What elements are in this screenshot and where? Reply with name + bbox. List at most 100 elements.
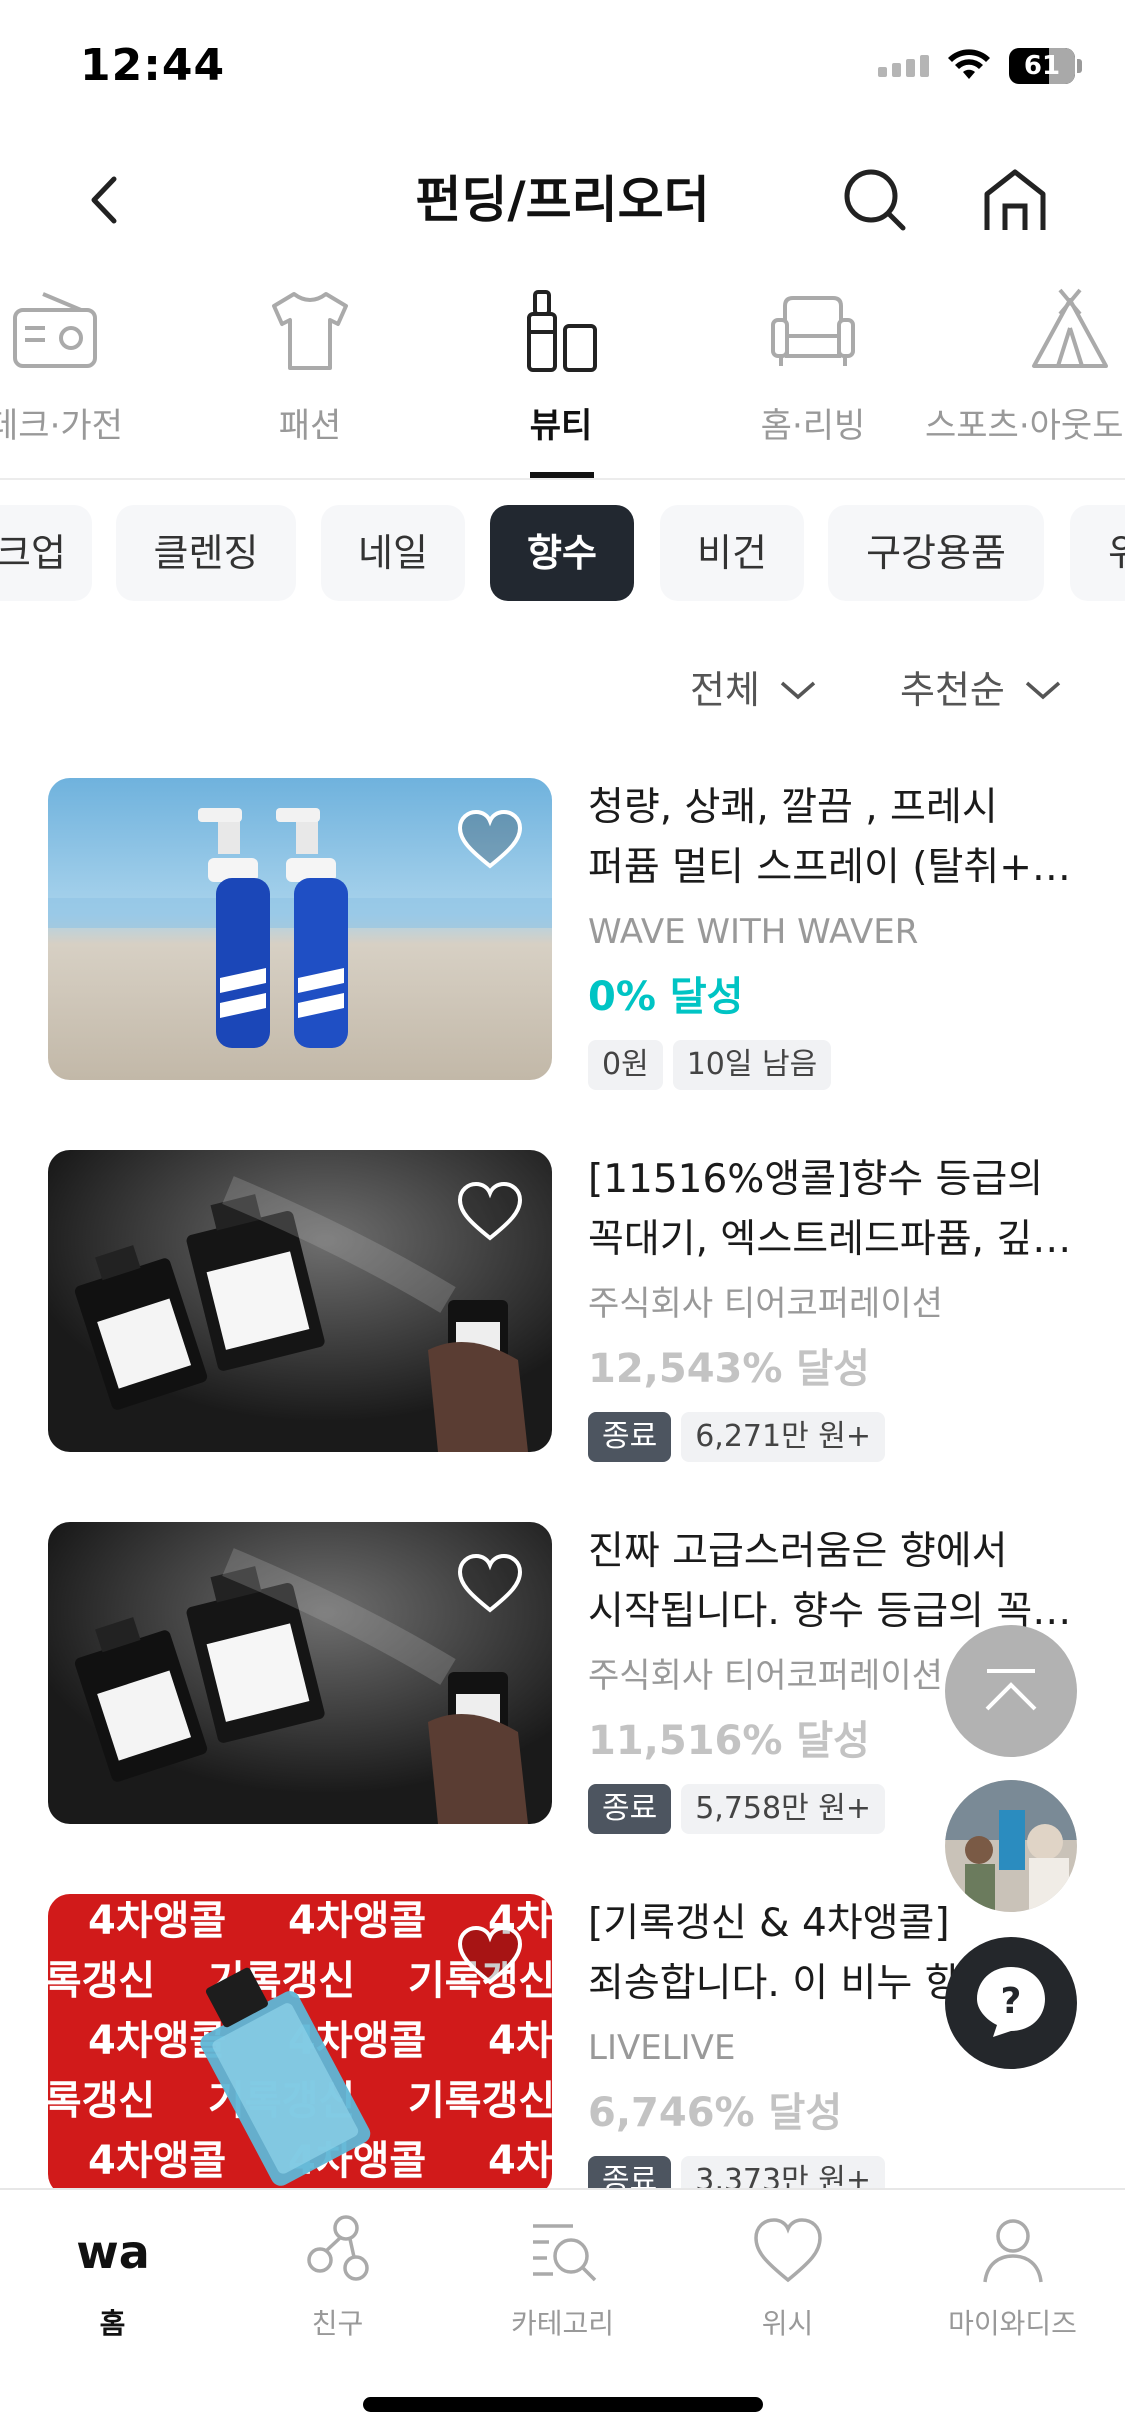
chip-vegan[interactable]: 비건 bbox=[660, 505, 804, 601]
category-home-living[interactable]: 홈·리빙 bbox=[718, 270, 908, 478]
category-label: 뷰티 bbox=[529, 406, 593, 446]
chip-perfume[interactable]: 향수 bbox=[490, 505, 634, 601]
nav-category[interactable]: 카테고리 bbox=[450, 2210, 675, 2350]
nav-label: 위시 bbox=[761, 2307, 814, 2340]
category-tabs: 테크·가전 패션 뷰티 홈·리빙 스포츠·아웃도 bbox=[0, 270, 1125, 480]
chip-makeup[interactable]: 메이크업 bbox=[0, 505, 92, 601]
home-button[interactable] bbox=[975, 160, 1055, 240]
header: 펀딩/프리오더 bbox=[0, 135, 1125, 265]
battery-level: 61 bbox=[1023, 51, 1061, 81]
svg-text:?: ? bbox=[1001, 1981, 1022, 2022]
amount-tag: 5,758만 원+ bbox=[681, 1784, 885, 1834]
search-button[interactable] bbox=[835, 160, 915, 240]
scroll-to-top-button[interactable] bbox=[945, 1625, 1077, 1757]
product-title: 청량, 상쾌, 깔끔 , 프레시 퍼퓸 멀티 스프레이 (탈취+… bbox=[588, 785, 1071, 890]
sort-filter-label: 추천순 bbox=[900, 668, 1005, 712]
chevron-down-icon bbox=[780, 681, 816, 700]
category-label: 홈·리빙 bbox=[760, 406, 866, 446]
radio-icon bbox=[13, 292, 97, 368]
tshirt-icon bbox=[272, 292, 348, 370]
product-info: 청량, 상쾌, 깔끔 , 프레시 퍼퓸 멀티 스프레이 (탈취+… WAVE W… bbox=[588, 778, 1088, 1090]
nav-friends[interactable]: 친구 bbox=[225, 2210, 450, 2350]
live-avatar-button[interactable] bbox=[945, 1780, 1077, 1912]
tent-icon bbox=[1032, 288, 1108, 368]
category-sports-outdoor[interactable]: 스포츠·아웃도어 bbox=[925, 270, 1125, 478]
svg-text:4차앵콜: 4차앵콜 bbox=[488, 2138, 552, 2184]
svg-text:4차앵콜: 4차앵콜 bbox=[288, 1898, 426, 1944]
svg-text:4차앵콜: 4차앵콜 bbox=[88, 2138, 226, 2184]
product-tags: 0원 10일 남음 bbox=[588, 1040, 1088, 1090]
category-fashion[interactable]: 패션 bbox=[215, 270, 405, 478]
product-image[interactable] bbox=[48, 1150, 552, 1452]
sofa-icon bbox=[771, 296, 855, 366]
battery-icon: 61 bbox=[1009, 48, 1082, 84]
product-image[interactable]: 4차앵콜 4차앵콜 4차앵콜 기록갱신 기록갱신 기록갱신 4차앵콜 4차앵콜 … bbox=[48, 1894, 552, 2196]
scope-filter-label: 전체 bbox=[690, 668, 760, 712]
status-icons: 61 bbox=[878, 48, 1082, 84]
svg-text:기록갱신: 기록갱신 bbox=[48, 1958, 155, 2004]
nav-label: 카테고리 bbox=[510, 2307, 615, 2340]
page-title: 펀딩/프리오더 bbox=[415, 171, 710, 229]
wa-logo-icon: wa bbox=[76, 2225, 150, 2279]
category-beauty[interactable]: 뷰티 bbox=[466, 270, 656, 478]
nav-label: 마이와디즈 bbox=[948, 2307, 1077, 2340]
search-icon bbox=[844, 169, 906, 231]
wishlist-heart-icon[interactable] bbox=[456, 1552, 524, 1614]
product-card[interactable]: [11516%앵콜]향수 등급의 꼭대기, 엑스트레드파퓸, 깊… 주식회사 티… bbox=[0, 1150, 1125, 1462]
scope-filter[interactable]: 전체 bbox=[690, 660, 818, 720]
product-image[interactable] bbox=[48, 1522, 552, 1824]
home-indicator bbox=[363, 2397, 763, 2412]
subcategory-chips: 메이크업 클렌징 네일 향수 비건 구강용품 위생용품 bbox=[0, 505, 1125, 605]
avatar-image bbox=[945, 1780, 1077, 1912]
wishlist-heart-icon[interactable] bbox=[456, 1180, 524, 1242]
signal-icon bbox=[878, 55, 929, 77]
chip-cleansing[interactable]: 클렌징 bbox=[116, 505, 296, 601]
funding-rate: 6,746% 달성 bbox=[588, 2090, 843, 2136]
svg-text:기록갱신: 기록갱신 bbox=[408, 2078, 552, 2124]
friends-icon bbox=[306, 2215, 369, 2281]
chevron-down-icon bbox=[1025, 681, 1061, 700]
wishlist-heart-icon[interactable] bbox=[456, 808, 524, 870]
wishlist-heart-icon[interactable] bbox=[456, 1924, 524, 1986]
amount-tag: 0원 bbox=[588, 1040, 663, 1090]
funding-rate: 12,543% 달성 bbox=[588, 1346, 870, 1392]
ended-tag: 종료 bbox=[588, 1784, 672, 1834]
product-image[interactable] bbox=[48, 778, 552, 1080]
category-search-icon bbox=[532, 2224, 596, 2282]
chip-oral-care[interactable]: 구강용품 bbox=[828, 505, 1044, 601]
chip-hygiene[interactable]: 위생용품 bbox=[1070, 505, 1125, 601]
status-bar: 12:44 61 bbox=[0, 0, 1125, 135]
funding-rate: 0% 달성 bbox=[588, 974, 744, 1020]
wifi-icon bbox=[948, 49, 990, 79]
svg-text:4차앵콜: 4차앵콜 bbox=[88, 1898, 226, 1944]
nav-my-wadiz[interactable]: 마이와디즈 bbox=[900, 2210, 1125, 2350]
nav-wish[interactable]: 위시 bbox=[675, 2210, 900, 2350]
days-left-tag: 10일 남음 bbox=[672, 1040, 832, 1090]
amount-tag: 6,271만 원+ bbox=[681, 1412, 885, 1462]
user-icon bbox=[982, 2219, 1043, 2283]
product-tags: 종료 6,271만 원+ bbox=[588, 1412, 1088, 1462]
home-icon bbox=[984, 169, 1046, 230]
category-label: 패션 bbox=[278, 406, 342, 446]
ended-tag: 종료 bbox=[588, 1412, 672, 1462]
nav-label: 친구 bbox=[311, 2307, 364, 2340]
product-card[interactable]: 청량, 상쾌, 깔끔 , 프레시 퍼퓸 멀티 스프레이 (탈취+… WAVE W… bbox=[0, 778, 1125, 1090]
chip-nail[interactable]: 네일 bbox=[321, 505, 465, 601]
product-info: [11516%앵콜]향수 등급의 꼭대기, 엑스트레드파퓸, 깊… 주식회사 티… bbox=[588, 1150, 1088, 1462]
active-tab-indicator bbox=[530, 472, 594, 478]
help-button[interactable]: ? bbox=[945, 1937, 1077, 2069]
heart-icon bbox=[753, 2218, 822, 2283]
product-title: 진짜 고급스러움은 향에서 시작됩니다. 향수 등급의 꼭… bbox=[588, 1529, 1072, 1634]
nav-label: 홈 bbox=[99, 2307, 126, 2340]
category-tech[interactable]: 테크·가전 bbox=[0, 270, 150, 478]
status-time: 12:44 bbox=[80, 40, 226, 91]
category-label: 테크·가전 bbox=[0, 406, 123, 446]
cosmetics-icon bbox=[527, 290, 597, 372]
sort-filter[interactable]: 추천순 bbox=[900, 660, 1063, 720]
svg-text:4차앵콜: 4차앵콜 bbox=[488, 2018, 552, 2064]
product-title: [11516%앵콜]향수 등급의 꼭대기, 엑스트레드파퓸, 깊… bbox=[588, 1157, 1072, 1262]
product-maker: 주식회사 티어코퍼레이션 bbox=[588, 1284, 943, 1324]
category-label: 스포츠·아웃도어 bbox=[925, 406, 1125, 446]
svg-text:기록갱신: 기록갱신 bbox=[48, 2078, 155, 2124]
nav-home[interactable]: wa 홈 bbox=[0, 2210, 225, 2350]
